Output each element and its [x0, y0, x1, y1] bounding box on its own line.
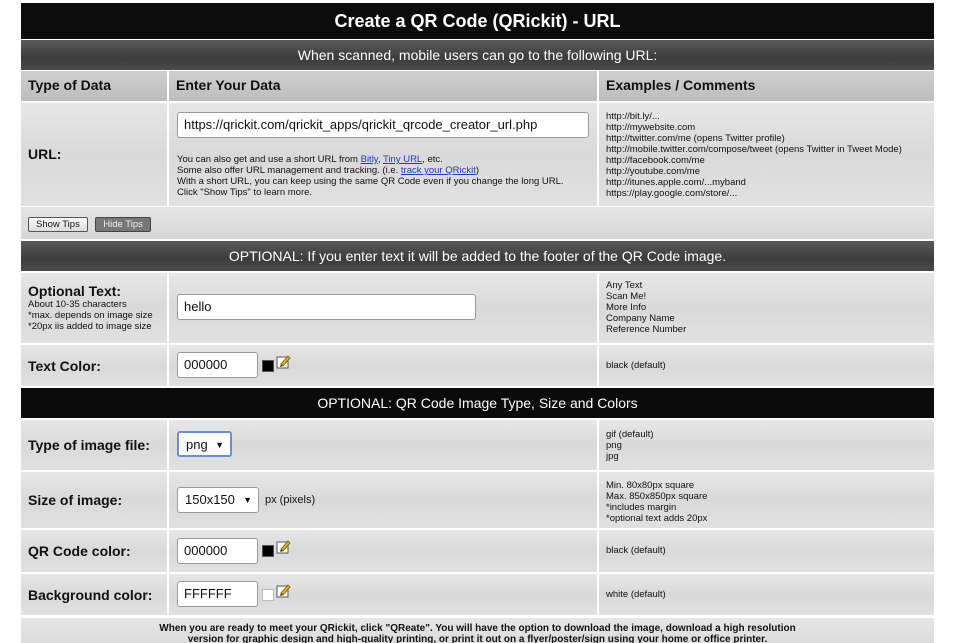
- optional-text-input[interactable]: hello: [177, 294, 476, 320]
- color-picker-icon[interactable]: [276, 583, 291, 598]
- bg-color-row: Background color: FFFFFF white (default): [21, 574, 934, 615]
- image-size-unit: px (pixels): [265, 494, 316, 506]
- optional-text-notes: About 10-35 characters *max. depends on …: [28, 299, 153, 332]
- image-type-row: Type of image file: png ▼ gif (default) p…: [21, 420, 934, 470]
- color-picker-icon[interactable]: [276, 354, 291, 369]
- text-color-input[interactable]: 000000: [177, 352, 258, 378]
- image-type-label: Type of image file:: [28, 437, 150, 453]
- text-color-comment: black (default): [606, 360, 666, 371]
- image-size-label: Size of image:: [28, 492, 123, 508]
- image-type-examples: gif (default) png jpg: [606, 429, 654, 462]
- page-title: Create a QR Code (QRickit) - URL: [21, 3, 934, 39]
- image-size-examples: Min. 80x80px square Max. 850x850px squar…: [606, 480, 708, 524]
- column-headers: Type of Data Enter Your Data Examples / …: [21, 71, 934, 101]
- color-picker-icon[interactable]: [276, 539, 291, 554]
- col-header-data: Enter Your Data: [176, 77, 281, 93]
- text-color-row: Text Color: 000000 black (default): [21, 345, 934, 386]
- optional-text-examples: Any Text Scan Me! More Info Company Name…: [606, 280, 687, 335]
- url-section-heading: When scanned, mobile users can go to the…: [21, 40, 934, 70]
- optional-text-row: Optional Text: About 10-35 characters *m…: [21, 273, 934, 343]
- qr-creator-form: Create a QR Code (QRickit) - URL When sc…: [21, 3, 934, 643]
- footer-note: When you are ready to meet your QRickit,…: [21, 618, 934, 643]
- qr-color-input[interactable]: 000000: [177, 538, 258, 564]
- qr-color-swatch: [262, 545, 274, 557]
- bg-color-comment: white (default): [606, 589, 666, 600]
- chevron-down-icon: ▼: [215, 440, 224, 450]
- url-help-text: You can also get and use a short URL fro…: [177, 154, 564, 198]
- image-section-heading: OPTIONAL: QR Code Image Type, Size and C…: [21, 388, 934, 418]
- bg-color-input[interactable]: FFFFFF: [177, 581, 258, 607]
- image-type-select[interactable]: png ▼: [177, 431, 232, 457]
- optional-text-label: Optional Text:: [28, 283, 122, 299]
- col-header-examples: Examples / Comments: [606, 77, 756, 93]
- text-color-swatch: [262, 360, 274, 372]
- url-input[interactable]: https://qrickit.com/qrickit_apps/qrickit…: [177, 112, 589, 138]
- hide-tips-button[interactable]: Hide Tips: [95, 217, 151, 232]
- optional-text-heading: OPTIONAL: If you enter text it will be a…: [21, 241, 934, 271]
- bg-color-label: Background color:: [28, 587, 153, 603]
- text-color-label: Text Color:: [28, 358, 101, 374]
- qr-color-row: QR Code color: 000000 black (default): [21, 530, 934, 572]
- tips-controls: Show Tips Hide Tips: [21, 207, 934, 239]
- track-qrickit-link[interactable]: track your QRickit: [401, 165, 476, 176]
- image-size-select[interactable]: 150x150 ▼: [177, 487, 259, 513]
- qr-color-label: QR Code color:: [28, 543, 131, 559]
- tinyurl-link[interactable]: Tiny URL: [383, 154, 422, 165]
- url-row: URL: https://qrickit.com/qrickit_apps/qr…: [21, 103, 934, 206]
- qr-color-comment: black (default): [606, 545, 666, 556]
- show-tips-button[interactable]: Show Tips: [28, 217, 88, 232]
- chevron-down-icon: ▼: [243, 495, 252, 505]
- col-header-type: Type of Data: [28, 77, 111, 93]
- bg-color-swatch: [262, 589, 274, 601]
- image-size-row: Size of image: 150x150 ▼ px (pixels) Min.…: [21, 472, 934, 528]
- url-label: URL:: [28, 146, 62, 162]
- bitly-link[interactable]: Bitly: [361, 154, 378, 165]
- url-examples: http://bit.ly/... http://mywebsite.com h…: [606, 111, 902, 199]
